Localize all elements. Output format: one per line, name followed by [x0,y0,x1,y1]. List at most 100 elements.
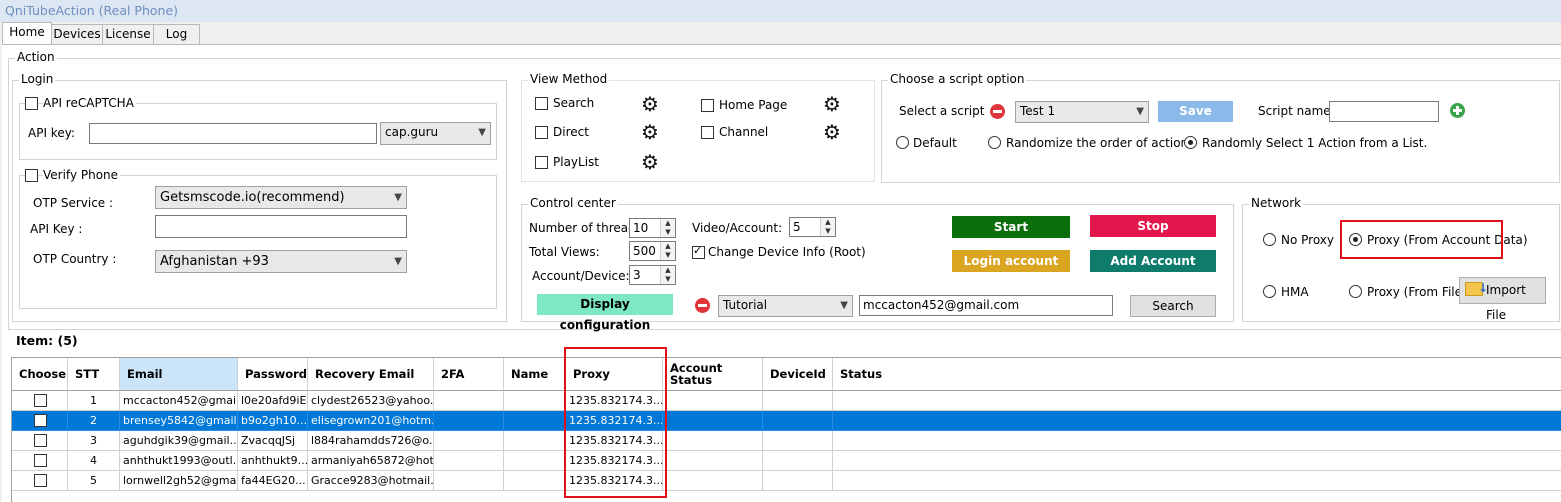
login-account-button[interactable]: Login account [952,250,1070,272]
cell-status[interactable] [833,411,1561,431]
threads-stepper[interactable]: 10 ▲ ▼ [629,218,676,238]
column-header-name[interactable]: Name [504,358,566,391]
column-header-stt[interactable]: STT [68,358,120,391]
hma-radio[interactable] [1263,285,1276,298]
proxy-file-radio[interactable] [1349,285,1362,298]
otp-country-select[interactable]: Afghanistan +93 ▼ [155,250,407,273]
captcha-provider-select[interactable]: cap.guru ▼ [380,122,491,145]
cell-account-status[interactable] [663,431,763,451]
direct-checkbox[interactable] [535,126,548,139]
api-key-input[interactable] [89,123,377,144]
cell-recovery[interactable]: elisegrown201@hotm... [308,411,434,431]
cell-stt[interactable]: 5 [68,471,120,491]
column-header-device-id[interactable]: DeviceId [763,358,833,391]
cell-twofa[interactable] [434,411,504,431]
remove-tutorial-icon[interactable] [695,298,710,313]
tab-log[interactable]: Log [153,24,200,44]
cell-email[interactable]: lornwell2gh52@gma... [120,471,238,491]
cell-device[interactable] [763,451,833,471]
column-header-choose[interactable]: Choose [12,358,68,391]
table-row[interactable]: 2 brensey5842@gmail... b9o2gh10... elisegro… [12,411,1561,431]
gear-icon[interactable]: ⚙ [641,122,659,142]
tab-devices[interactable]: Devices [51,24,103,44]
cell-recovery[interactable]: armaniyah65872@hot... [308,451,434,471]
email-search-input[interactable]: mccacton452@gmail.com [859,295,1113,316]
otp-service-select[interactable]: Getsmscode.io(recommend) ▼ [155,186,407,209]
mode-random-one-radio[interactable] [1184,136,1197,149]
script-select[interactable]: Test 1 ▼ [1015,101,1149,123]
mode-default-radio[interactable] [896,136,909,149]
cell-status[interactable] [833,451,1561,471]
column-header-password[interactable]: Password [238,358,308,391]
cell-twofa[interactable] [434,451,504,471]
recaptcha-checkbox[interactable] [25,97,38,110]
add-script-icon[interactable] [1450,103,1465,118]
row-choose-checkbox[interactable] [34,394,47,407]
cell-twofa[interactable] [434,471,504,491]
cell-password[interactable]: fa44EG20... [238,471,308,491]
gear-icon[interactable]: ⚙ [823,122,841,142]
playlist-checkbox[interactable] [535,156,548,169]
script-name-input[interactable] [1329,101,1439,122]
cell-name[interactable] [504,411,566,431]
row-choose-checkbox[interactable] [34,414,47,427]
cell-proxy[interactable]: 1235.832174.3... [566,471,663,491]
column-header-proxy[interactable]: Proxy [566,358,663,391]
cell-recovery[interactable]: Gracce9283@hotmail.... [308,471,434,491]
otp-api-key-input[interactable] [155,215,407,238]
cell-recovery[interactable]: l884rahamdds726@o... [308,431,434,451]
cell-proxy[interactable]: 1235.832174.3... [566,391,663,411]
cell-password[interactable]: l0e20afd9iE4 [238,391,308,411]
acc-device-stepper[interactable]: 3 ▲ ▼ [629,265,676,285]
video-account-stepper[interactable]: 5 ▲ ▼ [789,217,836,237]
cell-device[interactable] [763,411,833,431]
cell-stt[interactable]: 1 [68,391,120,411]
gear-icon[interactable]: ⚙ [641,152,659,172]
tab-home[interactable]: Home [2,22,52,44]
views-stepper[interactable]: 500 ▲ ▼ [629,241,676,261]
cell-status[interactable] [833,431,1561,451]
verify-phone-checkbox[interactable] [25,169,38,182]
table-row[interactable]: 4 anhthukt1993@outl... anhthukt9... armaniy… [12,451,1561,471]
cell-account-status[interactable] [663,391,763,411]
cell-stt[interactable]: 2 [68,411,120,431]
cell-name[interactable] [504,431,566,451]
cell-password[interactable]: b9o2gh10... [238,411,308,431]
column-header-status[interactable]: Status [833,358,1561,391]
cell-account-status[interactable] [663,411,763,431]
cell-twofa[interactable] [434,391,504,411]
cell-proxy[interactable]: 1235.832174.3... [566,451,663,471]
cell-email[interactable]: mccacton452@gmail... [120,391,238,411]
add-account-button[interactable]: Add Account [1090,250,1216,272]
row-choose-checkbox[interactable] [34,474,47,487]
cell-twofa[interactable] [434,431,504,451]
cell-status[interactable] [833,471,1561,491]
cell-account-status[interactable] [663,471,763,491]
tutorial-select[interactable]: Tutorial ▼ [718,295,853,317]
stepper-arrows-icon[interactable]: ▲ ▼ [660,242,675,260]
cell-recovery[interactable]: clydest26523@yahoo... [308,391,434,411]
row-choose-checkbox[interactable] [34,434,47,447]
cell-email[interactable]: brensey5842@gmail... [120,411,238,431]
tab-license[interactable]: License [102,24,154,44]
no-proxy-radio[interactable] [1263,233,1276,246]
stepper-arrows-icon[interactable]: ▲ ▼ [660,266,675,284]
cell-proxy[interactable]: 1235.832174.3... [566,431,663,451]
search-button[interactable]: Search [1130,295,1216,317]
cell-proxy[interactable]: 1235.832174.3... [566,411,663,431]
row-choose-checkbox[interactable] [34,454,47,467]
proxy-account-radio[interactable] [1349,233,1362,246]
table-row[interactable]: 1 mccacton452@gmail... l0e20afd9iE4 clydest… [12,391,1561,411]
cell-stt[interactable]: 4 [68,451,120,471]
display-configuration-button[interactable]: Display configuration [537,294,673,332]
cell-name[interactable] [504,391,566,411]
save-button[interactable]: Save [1158,101,1233,122]
cell-stt[interactable]: 3 [68,431,120,451]
column-header-account-status[interactable]: Account Status [663,358,763,391]
cell-device[interactable] [763,471,833,491]
start-button[interactable]: Start [952,216,1070,238]
table-row[interactable]: 3 aguhdgik39@gmail.... ZvacqqJSj l884rahamd… [12,431,1561,451]
search-checkbox[interactable] [535,97,548,110]
cell-account-status[interactable] [663,451,763,471]
column-header-2fa[interactable]: 2FA [434,358,504,391]
